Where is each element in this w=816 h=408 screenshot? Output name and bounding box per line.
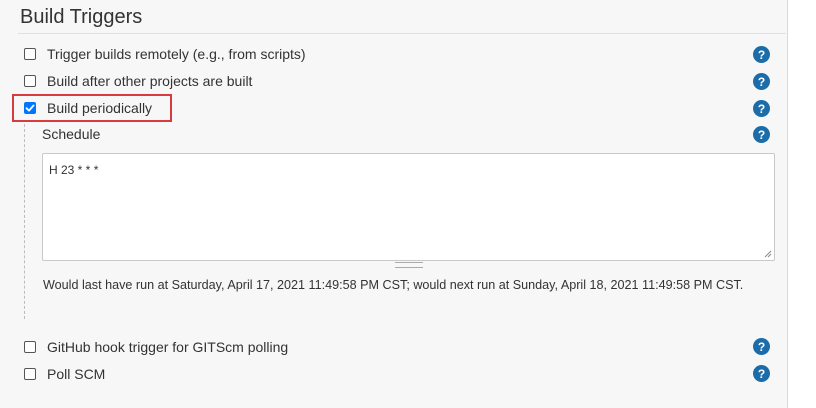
trigger-periodically-row[interactable]: Build periodically	[24, 98, 152, 118]
schedule-label: Schedule	[42, 126, 101, 142]
trigger-remote-row[interactable]: Trigger builds remotely (e.g., from scri…	[24, 44, 306, 64]
svg-text:?: ?	[758, 48, 765, 62]
trigger-poll-scm-checkbox[interactable]	[24, 368, 36, 380]
help-trigger-after-other-icon[interactable]: ?	[753, 73, 770, 90]
help-trigger-poll-scm-icon[interactable]: ?	[753, 365, 770, 382]
resize-grip-icon[interactable]	[764, 250, 772, 258]
schedule-run-info: Would last have run at Saturday, April 1…	[43, 278, 744, 292]
trigger-after-other-label[interactable]: Build after other projects are built	[47, 73, 252, 89]
schedule-value[interactable]: H 23 * * *	[49, 163, 98, 177]
trigger-remote-checkbox[interactable]	[24, 48, 36, 60]
build-triggers-panel: Build Triggers Trigger builds remotely (…	[0, 0, 788, 408]
svg-text:?: ?	[758, 102, 765, 116]
trigger-after-other-row[interactable]: Build after other projects are built	[24, 71, 252, 91]
help-trigger-periodically-icon[interactable]: ?	[753, 100, 770, 117]
trigger-remote-label[interactable]: Trigger builds remotely (e.g., from scri…	[47, 46, 306, 62]
nested-indent-line	[24, 124, 25, 319]
svg-text:?: ?	[758, 75, 765, 89]
section-divider	[18, 33, 786, 34]
help-schedule-icon[interactable]: ?	[753, 126, 770, 143]
trigger-github-hook-row[interactable]: GitHub hook trigger for GITScm polling	[24, 337, 288, 357]
help-trigger-remote-icon[interactable]: ?	[753, 46, 770, 63]
trigger-after-other-checkbox[interactable]	[24, 75, 36, 87]
trigger-poll-scm-row[interactable]: Poll SCM	[24, 364, 105, 384]
checkmark-icon	[25, 104, 35, 112]
section-title: Build Triggers	[20, 6, 143, 28]
trigger-github-hook-checkbox[interactable]	[24, 341, 36, 353]
svg-text:?: ?	[758, 340, 765, 354]
trigger-poll-scm-label[interactable]: Poll SCM	[47, 366, 105, 382]
textarea-drag-handle[interactable]	[395, 262, 423, 268]
svg-text:?: ?	[758, 367, 765, 381]
trigger-github-hook-label[interactable]: GitHub hook trigger for GITScm polling	[47, 339, 288, 355]
help-trigger-github-hook-icon[interactable]: ?	[753, 338, 770, 355]
schedule-textarea[interactable]: H 23 * * *	[42, 153, 775, 261]
trigger-periodically-label[interactable]: Build periodically	[47, 100, 152, 116]
trigger-periodically-checkbox[interactable]	[24, 102, 36, 114]
svg-text:?: ?	[758, 128, 765, 142]
